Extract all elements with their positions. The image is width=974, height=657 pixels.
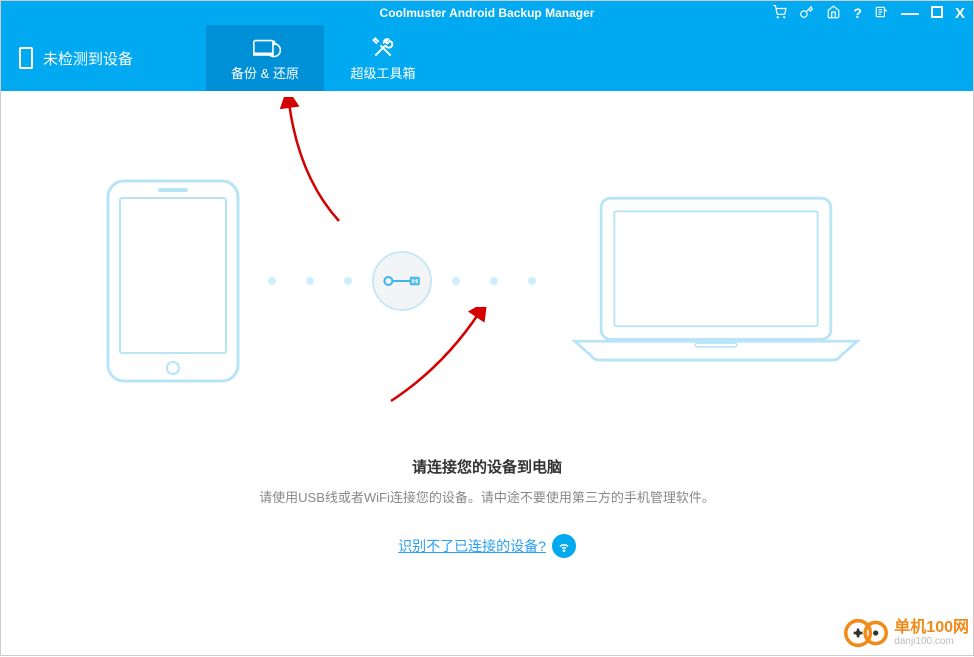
device-status-text: 未检测到设备 bbox=[43, 48, 133, 69]
message-subtitle: 请使用USB线或者WiFi连接您的设备。请中途不要使用第三方的手机管理软件。 bbox=[259, 487, 715, 506]
phone-illustration bbox=[98, 176, 248, 386]
dot bbox=[490, 277, 498, 285]
connection-dots-left bbox=[268, 277, 352, 285]
laptop-illustration bbox=[556, 181, 876, 381]
close-icon[interactable]: X bbox=[955, 5, 965, 22]
watermark-icon bbox=[844, 615, 888, 651]
connection-diagram bbox=[98, 176, 876, 386]
titlebar: Coolmuster Android Backup Manager ? — X bbox=[1, 1, 973, 25]
phone-icon bbox=[19, 47, 33, 69]
help-link[interactable]: 识别不了已连接的设备? bbox=[398, 536, 546, 556]
key-icon[interactable] bbox=[799, 5, 814, 22]
device-status: 未检测到设备 bbox=[1, 47, 206, 69]
header-bar: 未检测到设备 备份 & 还原 超级工具箱 bbox=[1, 25, 973, 91]
usb-plug-icon bbox=[372, 251, 432, 311]
dot bbox=[344, 277, 352, 285]
dot bbox=[268, 277, 276, 285]
wifi-button[interactable] bbox=[552, 534, 576, 558]
help-icon[interactable]: ? bbox=[853, 5, 862, 21]
toolbox-icon bbox=[370, 35, 396, 59]
main-content: 请连接您的设备到电脑 请使用USB线或者WiFi连接您的设备。请中途不要使用第三… bbox=[1, 91, 973, 657]
tab-label: 超级工具箱 bbox=[350, 63, 415, 82]
help-row: 识别不了已连接的设备? bbox=[259, 534, 715, 558]
cart-icon[interactable] bbox=[772, 5, 787, 22]
watermark-url: danji100.com bbox=[894, 636, 969, 647]
tab-backup-restore[interactable]: 备份 & 还原 bbox=[206, 25, 324, 91]
dot bbox=[306, 277, 314, 285]
tab-toolbox[interactable]: 超级工具箱 bbox=[324, 25, 442, 91]
dot bbox=[528, 277, 536, 285]
message-block: 请连接您的设备到电脑 请使用USB线或者WiFi连接您的设备。请中途不要使用第三… bbox=[259, 456, 715, 558]
home-icon[interactable] bbox=[826, 5, 841, 22]
maximize-icon[interactable] bbox=[931, 5, 943, 21]
connection-dots-right bbox=[452, 277, 536, 285]
minimize-icon[interactable]: — bbox=[901, 3, 919, 24]
dot bbox=[452, 277, 460, 285]
watermark: 单机100网 danji100.com bbox=[844, 615, 969, 651]
tab-label: 备份 & 还原 bbox=[231, 63, 299, 82]
app-title: Coolmuster Android Backup Manager bbox=[380, 6, 595, 20]
backup-restore-icon bbox=[249, 35, 281, 59]
message-title: 请连接您的设备到电脑 bbox=[259, 456, 715, 477]
watermark-text: 单机100网 danji100.com bbox=[894, 619, 969, 648]
watermark-name: 单机100网 bbox=[894, 619, 969, 637]
feedback-icon[interactable] bbox=[874, 5, 889, 22]
titlebar-controls: ? — X bbox=[772, 3, 965, 24]
